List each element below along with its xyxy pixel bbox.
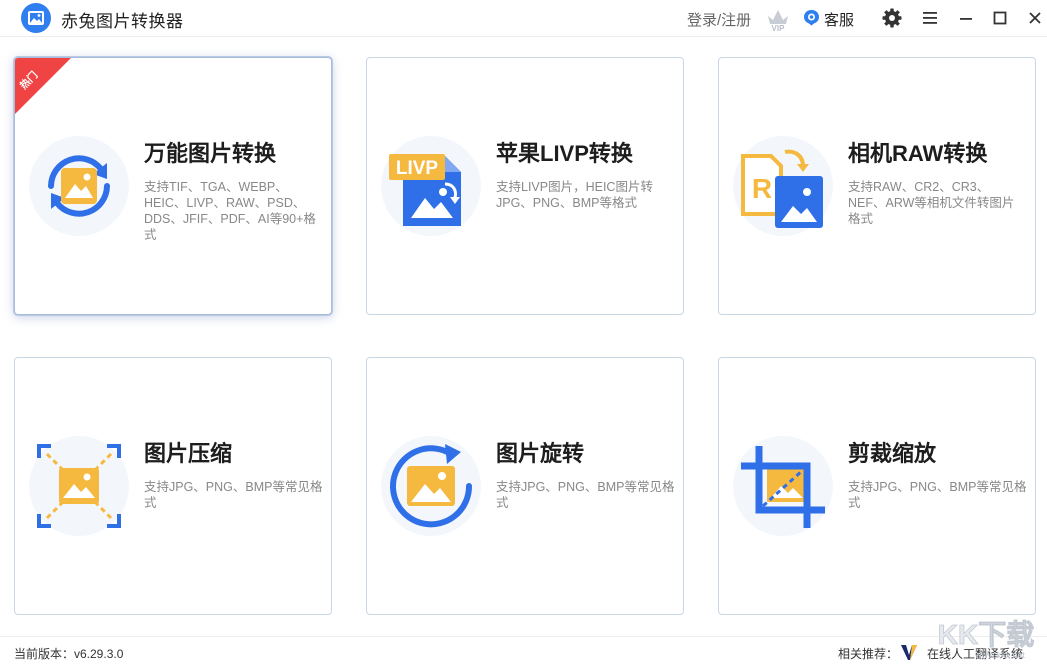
customer-service-icon: [804, 10, 819, 26]
minimize-icon[interactable]: [954, 6, 978, 30]
watermark-logo: KK下载 www.kkx.net: [937, 619, 1034, 660]
card-title: 图片旋转: [496, 441, 585, 466]
crop-icon: [733, 436, 833, 536]
svg-text:VIP: VIP: [772, 24, 786, 32]
status-bar: 当前版本：v6.29.3.0 相关推荐： 在线人工翻译系统: [0, 636, 1047, 666]
card-description: 支持RAW、CR2、CR3、NEF、ARW等相机文件转图片格式: [848, 180, 1015, 226]
card-description: 支持JPG、PNG、BMP等常见格式: [496, 480, 675, 510]
rotate-icon: [381, 436, 481, 536]
universal-convert-icon: [29, 136, 129, 236]
hot-badge: 热门: [15, 58, 71, 114]
raw-icon-label: R: [752, 173, 772, 204]
card-description: 支持LIVP图片，HEIC图片转JPG、PNG、BMP等格式: [496, 180, 653, 210]
raw-file-icon: R: [733, 136, 833, 236]
recommend-label: 相关推荐：: [838, 647, 899, 661]
maximize-icon[interactable]: [988, 6, 1012, 30]
gear-icon[interactable]: [880, 6, 904, 30]
card-image-rotate[interactable]: 图片旋转 支持JPG、PNG、BMP等常见格式: [366, 357, 684, 615]
app-title: 赤兔图片转换器: [61, 12, 184, 31]
card-crop-resize[interactable]: 剪裁缩放 支持JPG、PNG、BMP等常见格式: [718, 357, 1036, 615]
card-title: 苹果LIVP转换: [496, 141, 633, 166]
card-title: 图片压缩: [144, 441, 233, 466]
customer-service-label: 客服: [824, 12, 855, 29]
card-description: 支持JPG、PNG、BMP等常见格式: [848, 480, 1027, 510]
menu-icon[interactable]: [918, 6, 942, 30]
card-title: 剪裁缩放: [848, 441, 937, 466]
card-image-compress[interactable]: 图片压缩 支持JPG、PNG、BMP等常见格式: [14, 357, 332, 615]
card-title: 万能图片转换: [144, 141, 277, 166]
card-title: 相机RAW转换: [848, 141, 988, 166]
compress-icon: [29, 436, 129, 536]
livp-file-icon: LIVP: [381, 136, 481, 236]
close-icon[interactable]: [1023, 6, 1047, 30]
card-raw-convert[interactable]: R 相机RAW转换 支持RAW、CR2、CR3、NEF、ARW等相机文件转图片格…: [718, 57, 1036, 315]
card-description: 支持JPG、PNG、BMP等常见格式: [144, 480, 323, 510]
title-bar: 赤兔图片转换器 登录/注册 VIP 客服: [0, 0, 1047, 37]
version-label: 当前版本：v6.29.3.0: [14, 647, 124, 661]
livp-icon-label: LIVP: [396, 158, 439, 179]
vip-crown-icon[interactable]: VIP: [764, 4, 792, 32]
translate-logo-icon: [901, 645, 917, 660]
watermark-text: KK下载: [938, 619, 1034, 650]
app-logo-icon: [21, 3, 51, 33]
card-livp-convert[interactable]: LIVP 苹果LIVP转换 支持LIVP图片，HEIC图片转JPG、PNG、BM…: [366, 57, 684, 315]
login-register-link[interactable]: 登录/注册: [687, 9, 751, 30]
card-description: 支持TIF、TGA、WEBP、HEIC、LIVP、RAW、PSD、DDS、JFI…: [144, 180, 316, 242]
watermark-url: www.kkx.net: [974, 650, 1026, 660]
card-universal-convert[interactable]: 热门 万能图片转换 支持TIF、TGA、WEBP、HEIC、LIVP、RAW、P…: [14, 57, 332, 315]
